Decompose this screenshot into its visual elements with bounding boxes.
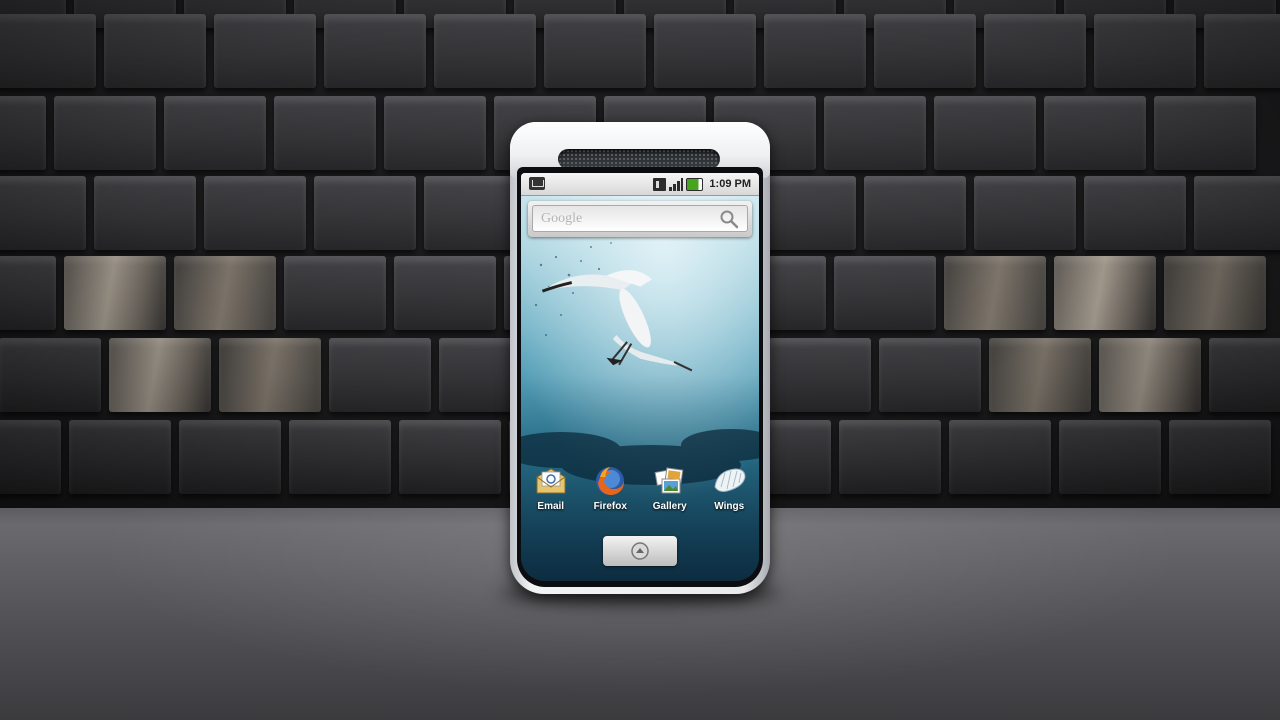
phone-device: 1:09 PM Google Email Firefox Gallery Win…	[510, 122, 770, 594]
wallpaper-image	[521, 195, 759, 581]
app-label: Wings	[714, 501, 745, 512]
status-bar: 1:09 PM	[521, 173, 759, 196]
phone-bezel: 1:09 PM Google Email Firefox Gallery Win…	[517, 167, 763, 587]
app-label: Email	[537, 501, 565, 512]
wings-icon	[714, 468, 746, 492]
launcher-icon	[631, 542, 649, 560]
email-icon	[536, 468, 566, 494]
google-search-widget[interactable]: Google	[528, 201, 752, 237]
app-email[interactable]: Email	[523, 463, 579, 523]
phone-screen[interactable]: 1:09 PM Google Email Firefox Gallery Win…	[521, 173, 759, 581]
signal-icon	[669, 177, 684, 191]
data-icon	[653, 177, 667, 191]
speaker-grille	[558, 149, 720, 169]
firefox-icon	[596, 467, 625, 495]
clock-time: 1:09 PM	[709, 178, 751, 190]
home-app-row: Email Firefox Gallery Wings	[521, 463, 759, 523]
app-gallery[interactable]: Gallery	[642, 463, 698, 523]
app-label: Gallery	[652, 501, 687, 512]
gallery-icon	[654, 467, 684, 494]
search-placeholder: Google	[541, 211, 583, 226]
notification-icon[interactable]	[529, 177, 545, 190]
launcher-button[interactable]	[603, 536, 677, 566]
app-label: Firefox	[593, 501, 627, 512]
app-wings[interactable]: Wings	[701, 463, 757, 523]
search-icon[interactable]	[719, 209, 739, 229]
battery-icon	[686, 177, 704, 191]
search-input[interactable]: Google	[532, 205, 748, 232]
app-firefox[interactable]: Firefox	[582, 463, 638, 523]
